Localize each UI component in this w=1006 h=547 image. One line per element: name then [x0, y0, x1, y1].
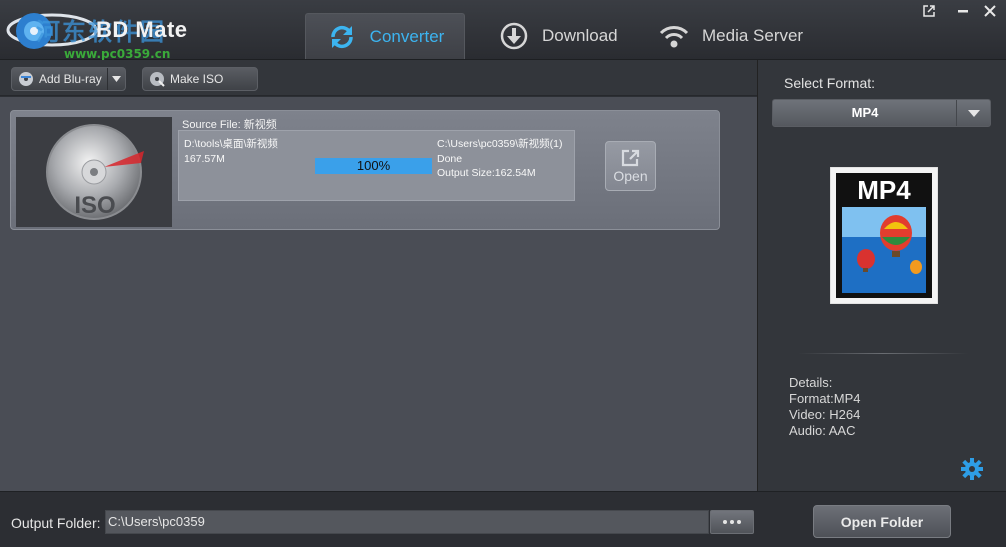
output-folder-field[interactable]: C:\Users\pc0359	[105, 510, 709, 534]
add-bluray-button[interactable]: Add Blu-ray	[11, 67, 126, 91]
select-format-label: Select Format:	[784, 75, 876, 91]
mp4-image-label: MP4	[857, 175, 911, 205]
progress-bar: 100%	[315, 158, 432, 174]
add-bluray-dropdown[interactable]	[107, 68, 125, 90]
tab-converter[interactable]: Converter	[305, 13, 465, 59]
details-audio: Audio: AAC	[789, 423, 856, 438]
format-dropdown[interactable]: MP4	[772, 99, 991, 127]
make-iso-icon	[149, 71, 165, 87]
tab-media-server[interactable]: Media Server	[658, 13, 803, 59]
gear-icon[interactable]	[961, 458, 983, 480]
output-path: C:\Users\pc0359\新视频(1)	[437, 138, 563, 150]
progress-text: 100%	[356, 158, 391, 173]
panel-divider	[798, 353, 968, 354]
download-icon	[498, 20, 530, 52]
input-size: 167.57M	[184, 153, 225, 165]
iso-thumbnail: ISO	[16, 117, 172, 227]
toolbar: Add Blu-ray Make ISO	[0, 60, 757, 96]
dot	[730, 520, 734, 524]
task-details: D:\tools\桌面\新视频 167.57M 100% C:\Users\pc…	[178, 130, 575, 201]
make-iso-label: Make ISO	[170, 72, 224, 86]
details-heading: Details:	[789, 375, 833, 390]
mp4-format-icon: MP4	[829, 166, 939, 305]
app-title: BD Mate	[96, 17, 188, 42]
tab-download-label: Download	[542, 26, 618, 45]
make-iso-button[interactable]: Make ISO	[142, 67, 258, 91]
task-list: ISO Source File: 新视频 D:\tools\桌面\新视频 167…	[0, 97, 757, 491]
wifi-icon	[658, 20, 690, 52]
task-item[interactable]: ISO Source File: 新视频 D:\tools\桌面\新视频 167…	[10, 110, 720, 230]
format-panel: Select Format: MP4 MP4 Details: Format:M…	[757, 60, 1006, 491]
output-folder-label: Output Folder:	[11, 515, 101, 531]
popout-icon[interactable]	[920, 4, 938, 20]
status-text: Done	[437, 153, 463, 165]
tab-media-server-label: Media Server	[702, 26, 804, 45]
details-video: Video: H264	[789, 407, 861, 422]
format-details: Details: Format:MP4 Video: H264 Audio: A…	[789, 375, 861, 439]
watermark-url: www.pc0359.cn	[64, 47, 171, 61]
chevron-down-icon	[112, 76, 121, 82]
format-selected-value: MP4	[851, 105, 879, 120]
refresh-icon	[326, 21, 358, 53]
output-size: Output Size:162.54M	[437, 167, 536, 179]
dot	[737, 520, 741, 524]
minimize-icon[interactable]	[954, 4, 972, 20]
bluray-disc-icon	[18, 71, 34, 87]
bottom-bar: Output Folder: C:\Users\pc0359 Open Fold…	[0, 491, 1006, 547]
open-output-label: Open	[613, 168, 648, 184]
chevron-down-icon[interactable]	[956, 100, 990, 126]
open-folder-button[interactable]: Open Folder	[813, 505, 951, 538]
dot	[723, 520, 727, 524]
add-bluray-label: Add Blu-ray	[39, 72, 102, 86]
browse-button[interactable]	[710, 510, 754, 534]
input-path: D:\tools\桌面\新视频	[184, 138, 278, 150]
open-external-icon	[621, 149, 639, 167]
close-icon[interactable]	[981, 4, 999, 20]
tab-converter-label: Converter	[369, 26, 445, 46]
iso-thumbnail-label: ISO	[74, 192, 115, 219]
tab-download[interactable]: Download	[498, 13, 618, 59]
open-output-button[interactable]: Open	[605, 141, 656, 191]
title-bar: 河东软件园 BD Mate www.pc0359.cn Converter Do…	[0, 0, 1006, 61]
details-format: Format:MP4	[789, 391, 861, 406]
